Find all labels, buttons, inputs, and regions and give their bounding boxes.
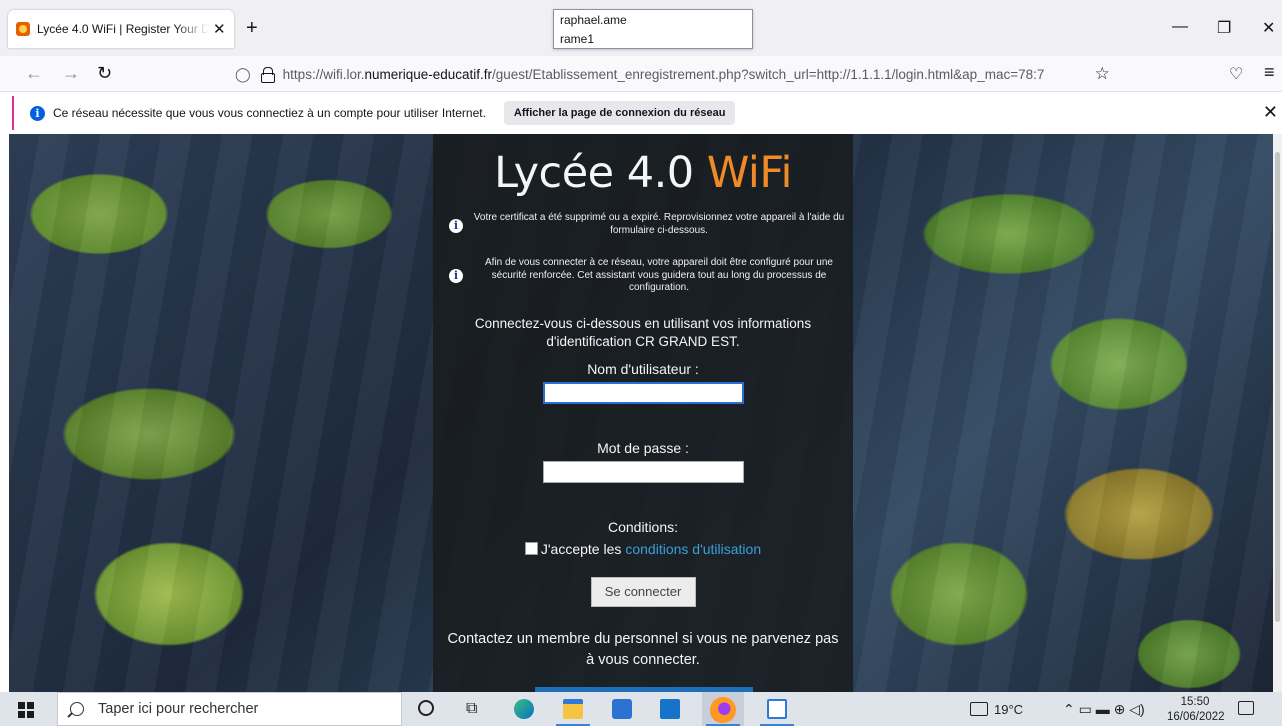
- info-icon: i: [449, 269, 463, 283]
- lock-icon[interactable]: [260, 67, 275, 83]
- navigation-bar: ← → ↻ ◯ https://wifi.lor.numerique-educa…: [0, 56, 1282, 92]
- browser-tab[interactable]: Lycée 4.0 WiFi | Register Your Device ✕: [8, 10, 234, 48]
- task-view-icon[interactable]: ⧉: [466, 699, 486, 719]
- page-scrollbar[interactable]: [1273, 134, 1282, 692]
- accept-terms-row: J'accepte les conditions d'utilisation: [433, 541, 853, 557]
- autocomplete-option[interactable]: rame1: [554, 29, 752, 48]
- file-explorer-icon[interactable]: [563, 699, 583, 719]
- accept-terms-text: J'accepte les: [540, 540, 622, 557]
- login-panel: Lycée 4.0 WiFi i Votre certificat a été …: [433, 134, 853, 692]
- username-label: Nom d'utilisateur :: [587, 360, 699, 377]
- windows-taskbar: Taper ici pour rechercher ⧉ 19°C ⌃ ▭ ▬ ⊕…: [0, 692, 1282, 726]
- info-icon: i: [449, 219, 463, 233]
- password-input[interactable]: [542, 460, 744, 483]
- weather-temperature: 19°C: [994, 701, 1024, 717]
- back-button[interactable]: ←: [25, 62, 43, 84]
- search-placeholder: Taper ici pour rechercher: [98, 701, 259, 717]
- cortana-icon[interactable]: [418, 700, 434, 716]
- url-text[interactable]: https://wifi.lor.numerique-educatif.fr/g…: [283, 67, 1091, 82]
- notification-close-icon[interactable]: ✕: [1263, 102, 1278, 123]
- restore-button[interactable]: ❐: [1217, 18, 1231, 38]
- certificate-info: i Votre certificat a été supprimé ou a e…: [445, 212, 853, 237]
- url-path: /guest/Etablissement_enregistrement.php?…: [492, 66, 1045, 82]
- clock-time: 15:50: [1180, 696, 1210, 708]
- login-intro: Connectez-vous ci-dessous en utilisant v…: [474, 315, 812, 349]
- firefox-icon[interactable]: [710, 697, 736, 723]
- window-close-button[interactable]: ✕: [1262, 18, 1275, 38]
- scrollbar-thumb[interactable]: [1275, 152, 1280, 622]
- autocomplete-option[interactable]: raphael.ame: [554, 10, 752, 29]
- open-login-page-button[interactable]: Afficher la page de connexion du réseau: [503, 101, 736, 125]
- weather-icon: [970, 702, 988, 716]
- tab-close-icon[interactable]: ✕: [213, 20, 226, 38]
- contact-help-text: Contactez un membre du personnel si vous…: [447, 630, 839, 668]
- notepad-icon[interactable]: [767, 699, 787, 719]
- username-input[interactable]: [542, 381, 744, 404]
- page-title: Lycée 4.0 WiFi: [433, 148, 853, 198]
- accept-terms-checkbox[interactable]: [524, 542, 538, 555]
- portal-page: Lycée 4.0 WiFi i Votre certificat a été …: [9, 134, 1273, 692]
- favicon-icon: [16, 22, 30, 36]
- weather-widget[interactable]: 19°C: [970, 692, 1023, 726]
- edge-icon[interactable]: [514, 699, 534, 719]
- taskbar-clock[interactable]: 15:50 16/06/2022: [1167, 695, 1225, 725]
- clock-date: 16/06/2022: [1167, 711, 1225, 723]
- shield-icon[interactable]: ◯: [235, 66, 251, 83]
- store-icon[interactable]: [612, 699, 632, 719]
- minimize-button[interactable]: —: [1172, 18, 1188, 36]
- notification-text: Ce réseau nécessite que vous vous connec…: [53, 106, 486, 120]
- mail-icon[interactable]: [660, 699, 680, 719]
- info-icon: i: [30, 105, 45, 121]
- system-tray-icons[interactable]: ⌃ ▭ ▬ ⊕ ◁): [1063, 692, 1145, 726]
- password-label: Mot de passe :: [597, 439, 689, 456]
- certificate-info-text: Votre certificat a été supprimé ou a exp…: [473, 212, 845, 236]
- tab-title: Lycée 4.0 WiFi | Register Your Device: [37, 22, 209, 36]
- windows-start-icon[interactable]: [18, 702, 34, 718]
- login-button[interactable]: Se connecter: [590, 576, 696, 607]
- menu-icon[interactable]: ≡: [1264, 62, 1275, 83]
- captive-portal-notification: i Ce réseau nécessite que vous vous conn…: [12, 96, 1282, 130]
- autocomplete-dropdown: raphael.ame rame1: [553, 9, 753, 49]
- tab-strip: Lycée 4.0 WiFi | Register Your Device ✕ …: [0, 0, 1282, 56]
- reload-button[interactable]: ↻: [97, 62, 112, 84]
- pocket-icon[interactable]: ♡: [1229, 64, 1243, 84]
- title-main: Lycée 4.0: [494, 148, 707, 198]
- security-info-text: Afin de vous connecter à ce réseau, votr…: [485, 257, 833, 293]
- address-bar[interactable]: ◯ https://wifi.lor.numerique-educatif.fr…: [229, 60, 1113, 88]
- title-accent: WiFi: [706, 148, 793, 198]
- security-info: i Afin de vous connecter à ce réseau, vo…: [445, 257, 853, 295]
- url-prefix: https://wifi.lor.: [282, 66, 365, 82]
- notification-center-icon[interactable]: [1238, 701, 1254, 715]
- terms-link[interactable]: conditions d'utilisation: [625, 541, 761, 557]
- url-domain: numerique-educatif.fr: [364, 66, 493, 82]
- conditions-label: Conditions:: [607, 518, 679, 535]
- forward-button[interactable]: →: [62, 62, 80, 84]
- search-icon: [70, 702, 84, 716]
- new-tab-button[interactable]: +: [246, 18, 258, 38]
- bookmark-star-icon[interactable]: ☆: [1095, 64, 1110, 84]
- taskbar-search[interactable]: Taper ici pour rechercher: [57, 692, 402, 726]
